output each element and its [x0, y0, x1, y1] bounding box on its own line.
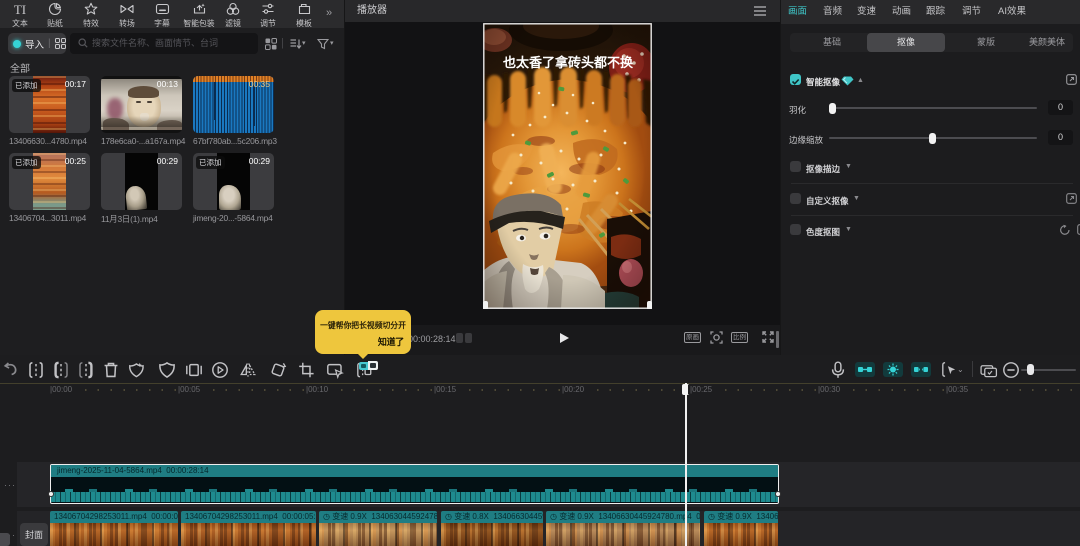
- svg-text:也太香了拿砖头都不换: 也太香了拿砖头都不换: [503, 55, 634, 70]
